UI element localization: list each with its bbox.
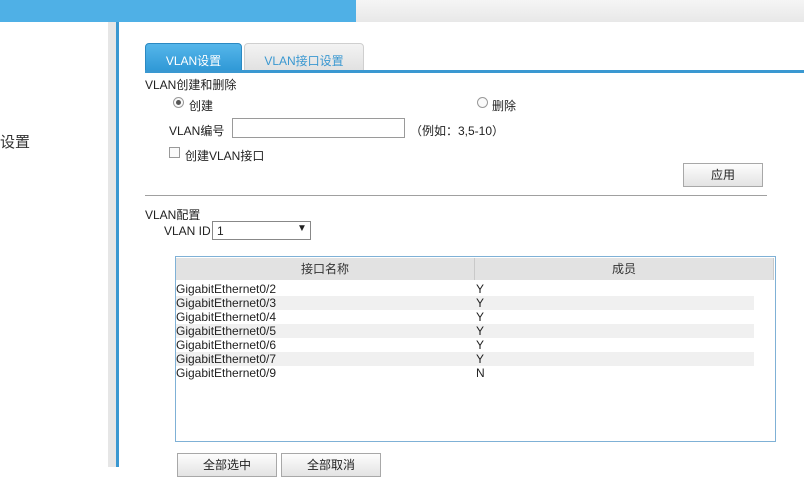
- table-row[interactable]: GigabitEthernet0/7 Y: [176, 352, 754, 366]
- tab-underline: [145, 70, 804, 73]
- top-bar: [356, 0, 804, 22]
- radio-create-label: 创建: [189, 99, 214, 113]
- table-row[interactable]: GigabitEthernet0/5 Y: [176, 324, 754, 338]
- member-cell: N: [476, 366, 485, 380]
- member-cell: Y: [476, 338, 485, 352]
- select-all-button[interactable]: 全部选中: [177, 453, 277, 477]
- interface-name-cell: GigabitEthernet0/7: [176, 352, 277, 366]
- table-row[interactable]: GigabitEthernet0/6 Y: [176, 338, 754, 352]
- vlan-id-example-hint: （例如：3,5-10）: [410, 124, 505, 138]
- table-row[interactable]: GigabitEthernet0/9 N: [176, 366, 754, 380]
- sidebar-item-settings[interactable]: 设置: [0, 131, 30, 152]
- section-title-vlan-config: VLAN配置: [145, 208, 201, 222]
- interface-name-cell: GigabitEthernet0/6: [176, 338, 277, 352]
- radio-delete[interactable]: [477, 97, 488, 108]
- section-divider: [145, 195, 767, 196]
- radio-create[interactable]: [173, 97, 184, 108]
- table-header-member[interactable]: 成员: [475, 258, 774, 280]
- table-row[interactable]: GigabitEthernet0/3 Y: [176, 296, 754, 310]
- section-title-create-delete: VLAN创建和删除: [145, 78, 237, 92]
- tab-vlan-settings[interactable]: VLAN设置: [145, 43, 242, 72]
- tab-vlan-interface-settings[interactable]: VLAN接口设置: [244, 43, 364, 72]
- vlan-id-select[interactable]: 1 ▼: [212, 221, 311, 240]
- radio-delete-label: 删除: [492, 99, 517, 113]
- member-cell: Y: [476, 282, 485, 296]
- chevron-down-icon: ▼: [297, 223, 307, 234]
- vlan-id-label: VLAN编号: [169, 124, 225, 138]
- member-cell: Y: [476, 310, 485, 324]
- member-cell: Y: [476, 352, 485, 366]
- table-header-interface-name[interactable]: 接口名称: [176, 258, 475, 280]
- interface-name-cell: GigabitEthernet0/3: [176, 296, 277, 310]
- interface-name-cell: GigabitEthernet0/5: [176, 324, 277, 338]
- interface-name-cell: GigabitEthernet0/2: [176, 282, 277, 296]
- content-border: [116, 22, 119, 467]
- vlan-id-input[interactable]: [232, 118, 405, 138]
- interface-name-cell: GigabitEthernet0/4: [176, 310, 277, 324]
- interface-name-cell: GigabitEthernet0/9: [176, 366, 277, 380]
- sidebar-divider: [108, 22, 116, 467]
- member-cell: Y: [476, 324, 485, 338]
- table-row[interactable]: GigabitEthernet0/4 Y: [176, 310, 754, 324]
- apply-button[interactable]: 应用: [683, 163, 763, 187]
- sidebar: [0, 22, 108, 467]
- vlan-id-select-value: 1: [217, 224, 224, 238]
- member-cell: Y: [476, 296, 485, 310]
- vlan-id-select-label: VLAN ID: [164, 224, 211, 238]
- top-bar-accent: [0, 0, 356, 22]
- create-vlan-interface-checkbox[interactable]: [169, 147, 180, 158]
- create-vlan-interface-label: 创建VLAN接口: [185, 149, 265, 163]
- table-row[interactable]: GigabitEthernet0/2 Y: [176, 282, 754, 296]
- deselect-all-button[interactable]: 全部取消: [281, 453, 381, 477]
